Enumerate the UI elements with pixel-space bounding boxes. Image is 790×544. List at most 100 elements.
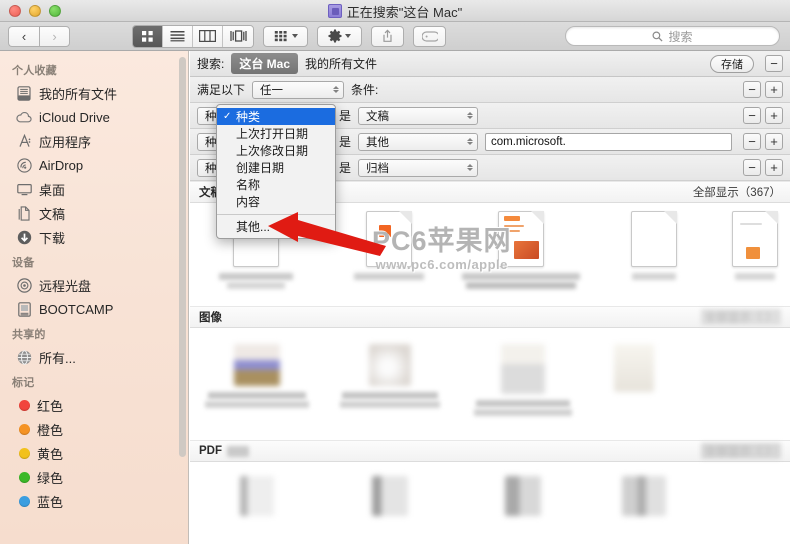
document-icon (498, 211, 545, 267)
sidebar-item-label: 所有... (39, 350, 76, 366)
tag-icon (421, 30, 438, 42)
menu-item-name[interactable]: 名称 (217, 176, 335, 193)
rule-value: 文稿 (366, 110, 390, 123)
remove-rule-button[interactable]: − (743, 159, 761, 176)
menu-item-label: 上次打开日期 (236, 127, 309, 141)
rule-value-popup[interactable]: 其他 (358, 132, 479, 151)
show-all-link[interactable]: 全部显示（367） (693, 184, 781, 200)
tag-button[interactable] (413, 25, 446, 47)
sidebar-item-tag-orange[interactable]: 橙色 (0, 417, 188, 441)
forward-button[interactable]: › (39, 25, 70, 47)
tag-dot-icon (19, 423, 30, 435)
remove-criteria-button[interactable]: − (765, 55, 783, 72)
file-name (473, 400, 572, 416)
list-view-button[interactable] (163, 25, 193, 47)
add-rule-button[interactable]: + (765, 159, 783, 176)
image-thumbnail (368, 344, 411, 386)
rule-comparator-label: 是 (339, 135, 352, 149)
match-prefix-label: 满足以下 (197, 83, 246, 97)
page-title: 正在搜索"这台 Mac" (346, 4, 463, 20)
show-all-link[interactable]: 全部显示（ ） (700, 443, 781, 459)
file-item[interactable] (323, 476, 456, 516)
sidebar-scrollbar[interactable] (179, 57, 186, 457)
sidebar-item-airdrop[interactable]: AirDrop (0, 153, 188, 177)
menu-item-last-opened-date[interactable]: 上次打开日期 (217, 125, 335, 142)
close-button[interactable] (9, 4, 21, 17)
document-icon (732, 211, 779, 267)
sidebar-item-tag-red[interactable]: 红色 (0, 393, 188, 417)
file-item[interactable] (323, 344, 456, 434)
maximize-button[interactable] (49, 4, 61, 17)
sidebar-section-favorites-header: 个人收藏 (12, 65, 57, 77)
sidebar-item-tag-blue[interactable]: 蓝色 (0, 489, 188, 513)
rule-text-input[interactable]: com.microsoft. (485, 132, 732, 151)
sidebar-item-all-my-files[interactable]: 我的所有文件 (0, 81, 188, 105)
save-search-button[interactable]: 存储 (710, 54, 754, 73)
scope-all-my-files[interactable]: 我的所有文件 (305, 55, 377, 72)
desktop-icon (16, 181, 32, 197)
sidebar-item-remote-disc[interactable]: 远程光盘 (0, 273, 188, 297)
remove-rule-button[interactable]: − (743, 133, 761, 150)
icon-view-button[interactable] (133, 25, 163, 47)
sidebar-item-tag-yellow[interactable]: 黄色 (0, 441, 188, 465)
file-item[interactable] (589, 476, 699, 516)
file-item[interactable] (190, 476, 323, 516)
file-name (353, 273, 424, 280)
search-folder-icon (327, 4, 342, 18)
search-input[interactable]: 搜索 (565, 26, 780, 46)
annotation-arrow (268, 212, 390, 263)
minimize-button[interactable] (29, 4, 41, 17)
sidebar-item-applications[interactable]: 应用程序 (0, 129, 188, 153)
menu-item-last-modified-date[interactable]: 上次修改日期 (217, 142, 335, 159)
add-rule-button[interactable]: + (765, 81, 783, 98)
sidebar: 个人收藏 我的所有文件 iCloud Drive 应用程序 AirDrop 桌面… (0, 51, 189, 544)
back-button[interactable]: ‹ (8, 25, 39, 47)
sidebar-item-label: BOOTCAMP (39, 301, 114, 317)
remove-rule-button[interactable]: − (743, 107, 761, 124)
sidebar-item-label: 我的所有文件 (39, 86, 118, 102)
sidebar-item-documents[interactable]: 文稿 (0, 201, 188, 225)
sidebar-item-label: 橙色 (37, 422, 64, 438)
file-name (219, 273, 294, 289)
menu-item-content[interactable]: 内容 (217, 193, 335, 210)
sidebar-item-label: iCloud Drive (39, 109, 110, 125)
image-thumbnail (614, 344, 654, 392)
file-item[interactable] (456, 344, 589, 434)
navigation-buttons: ‹ › (8, 25, 70, 47)
sidebar-item-desktop[interactable]: 桌面 (0, 177, 188, 201)
file-item[interactable] (455, 211, 588, 300)
gear-icon (328, 29, 342, 43)
menu-item-created-date[interactable]: 创建日期 (217, 159, 335, 176)
file-item[interactable] (589, 344, 679, 434)
arrange-by-button[interactable] (263, 25, 308, 47)
sidebar-item-label: 桌面 (39, 182, 66, 198)
remove-rule-button[interactable]: − (743, 81, 761, 98)
sidebar-item-downloads[interactable]: 下载 (0, 225, 188, 249)
coverflow-view-button[interactable] (223, 25, 253, 47)
add-rule-button[interactable]: + (765, 133, 783, 150)
file-item[interactable] (720, 211, 790, 300)
share-button[interactable] (371, 25, 404, 47)
menu-item-kind[interactable]: ✓ 种类 (217, 108, 335, 125)
column-view-button[interactable] (193, 25, 223, 47)
show-all-link[interactable]: 全部显示（ ） (700, 309, 781, 325)
scope-this-mac[interactable]: 这台 Mac (231, 53, 299, 74)
file-item[interactable] (588, 211, 721, 300)
rule-value-popup[interactable]: 归档 (358, 158, 479, 177)
results-section-header-pdf: PDF 全部显示（ ） (190, 440, 790, 462)
sidebar-item-tag-green[interactable]: 绿色 (0, 465, 188, 489)
action-menu-button[interactable] (317, 25, 362, 47)
sidebar-item-bootcamp[interactable]: BOOTCAMP (0, 297, 188, 321)
sidebar-item-all-shared[interactable]: 所有... (0, 345, 188, 369)
add-rule-button[interactable]: + (765, 107, 783, 124)
sidebar-item-icloud-drive[interactable]: iCloud Drive (0, 105, 188, 129)
rule-value-popup[interactable]: 文稿 (358, 106, 479, 125)
match-operator-popup[interactable]: 任一 (252, 80, 345, 99)
file-item[interactable] (190, 344, 323, 434)
file-item[interactable] (456, 476, 589, 516)
coverflow-icon (229, 30, 247, 42)
stepper-icon (327, 86, 340, 93)
chevron-down-icon (291, 34, 298, 38)
stepper-icon (461, 138, 474, 145)
check-icon: ✓ (223, 111, 232, 122)
